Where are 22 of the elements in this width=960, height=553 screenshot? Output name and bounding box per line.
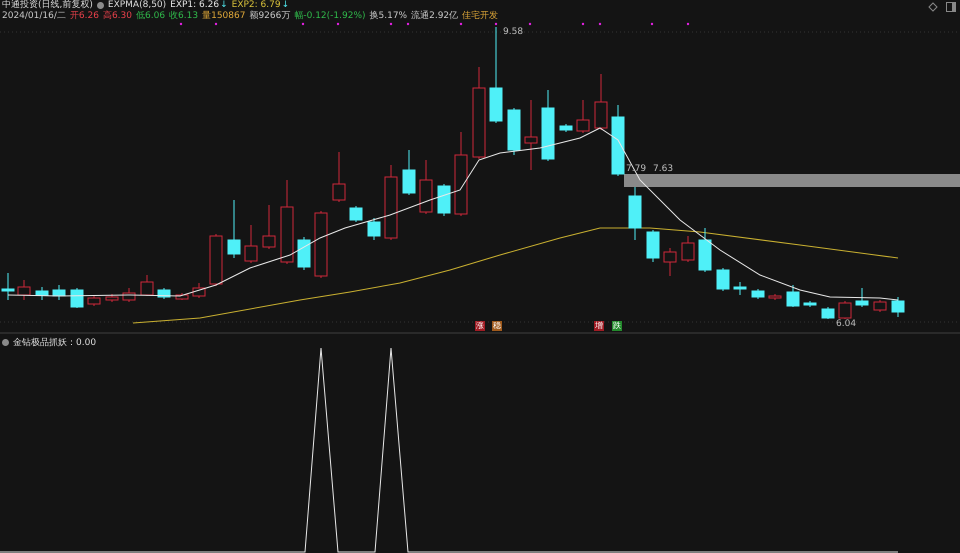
quote-field: 收6.13: [169, 11, 198, 22]
quote-field: 量150867: [202, 11, 246, 22]
quote-field: 换5.17%: [370, 11, 408, 22]
price-label: 7.63: [653, 164, 674, 174]
quote-field: 2024/01/16/二: [2, 11, 66, 22]
quote-field: 佳宅开发: [462, 11, 498, 22]
price-label: 6.04: [836, 319, 856, 329]
indicator-name: EXPMA(8,50): [108, 0, 166, 10]
signal-tag: 跌: [612, 321, 622, 331]
signal-tag: 增: [594, 321, 604, 331]
quote-field: 高6.30: [102, 11, 132, 22]
sub-indicator-title: 金钻极品抓妖：0.00: [13, 336, 96, 348]
quote-field: 额9266万: [249, 11, 290, 22]
quote-field: 流通2.92亿: [411, 11, 458, 22]
quote-field: 开6.26: [70, 11, 99, 22]
price-label: 9.58: [503, 27, 524, 37]
indicator-value: EXP1: 6.26↓: [170, 0, 228, 10]
indicator-value: EXP2: 6.79↓: [232, 0, 290, 10]
quote-field: 低6.06: [136, 11, 166, 22]
quote-field: 幅-0.12(-1.92%): [294, 11, 366, 22]
signal-tag: 涨: [475, 321, 485, 331]
signal-tag: 稳: [492, 321, 502, 331]
